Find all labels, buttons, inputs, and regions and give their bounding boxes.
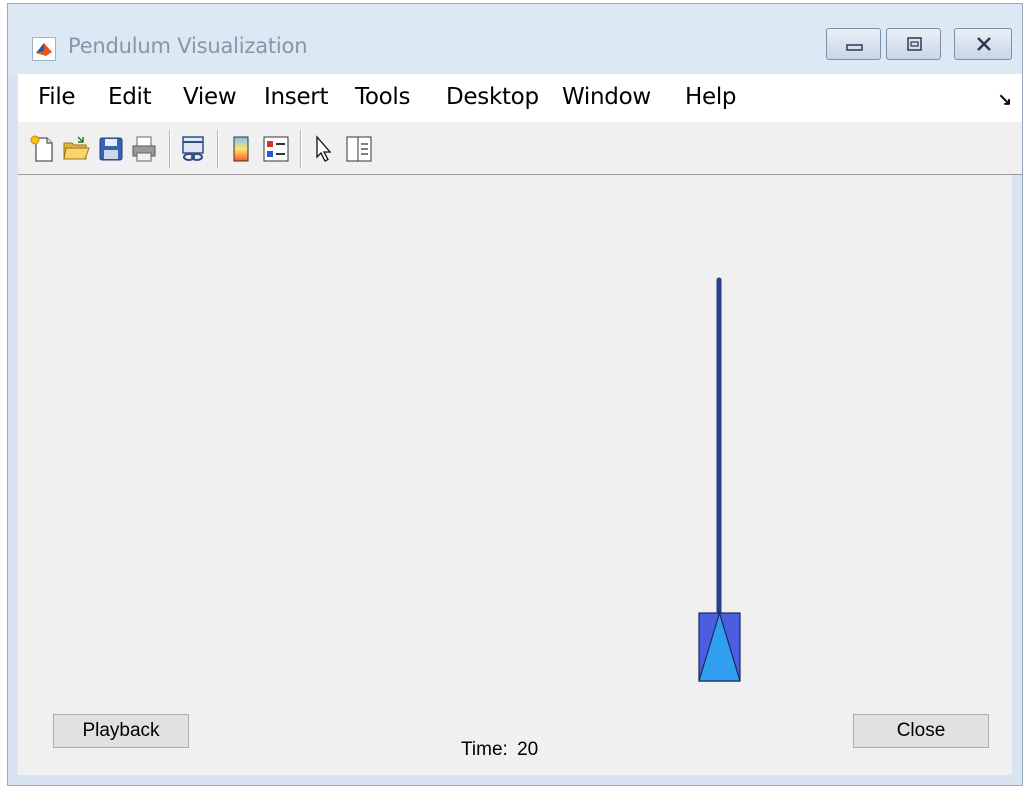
pointer-icon[interactable] [308, 134, 338, 164]
maximize-icon [907, 37, 922, 51]
dock-arrow-icon[interactable]: ↘ [998, 90, 1012, 110]
menu-tools[interactable]: Tools [355, 84, 410, 110]
figure-canvas: Playback Time: 20 Close [18, 175, 1012, 775]
menu-view[interactable]: View [183, 84, 237, 110]
toolbar-separator [169, 130, 171, 168]
close-button[interactable]: Close [853, 714, 989, 748]
close-icon [977, 37, 991, 51]
minimize-button[interactable] [826, 28, 881, 60]
menu-bar: File Edit View Insert Tools Desktop Wind… [18, 74, 1022, 122]
open-file-icon[interactable] [61, 134, 91, 164]
legend-icon[interactable] [261, 134, 291, 164]
pendulum-cart [698, 610, 741, 682]
print-icon[interactable] [129, 134, 159, 164]
time-value: 20 [517, 739, 539, 760]
minimize-icon [846, 44, 863, 51]
time-prefix: Time: [461, 739, 508, 760]
menu-insert[interactable]: Insert [264, 84, 328, 110]
time-label: Time: 20 [461, 739, 538, 761]
pendulum-axes [698, 277, 741, 682]
toolbar-separator [217, 130, 219, 168]
save-icon[interactable] [96, 134, 126, 164]
menu-window[interactable]: Window [562, 84, 651, 110]
figure-window: Pendulum Visualization File Edit View In… [7, 3, 1023, 786]
title-bar[interactable]: Pendulum Visualization [8, 4, 1022, 74]
window-title: Pendulum Visualization [68, 34, 308, 58]
link-plot-icon[interactable] [178, 134, 208, 164]
close-window-button[interactable] [954, 28, 1012, 60]
toolbar-separator [300, 130, 302, 168]
menu-help[interactable]: Help [685, 84, 737, 110]
menu-edit[interactable]: Edit [108, 84, 152, 110]
matlab-logo-icon [32, 37, 56, 61]
menu-desktop[interactable]: Desktop [446, 84, 539, 110]
property-editor-icon[interactable] [344, 134, 374, 164]
menu-file[interactable]: File [38, 84, 76, 110]
colorbar-icon[interactable] [226, 134, 256, 164]
new-figure-icon[interactable] [28, 134, 58, 164]
figure-toolbar [18, 122, 1022, 175]
maximize-button[interactable] [886, 28, 941, 60]
playback-button[interactable]: Playback [53, 714, 189, 748]
